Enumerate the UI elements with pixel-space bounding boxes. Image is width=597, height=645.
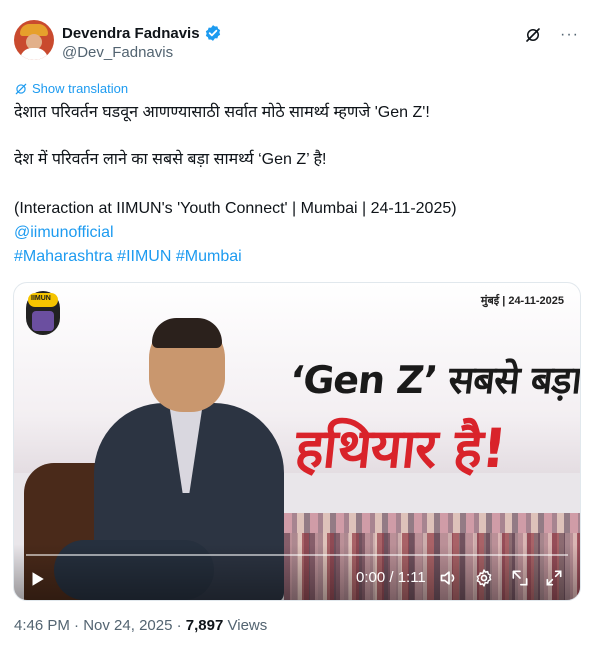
post-text-line-1: देशात परिवर्तन घडवून आणण्यासाठी सर्वात म…: [14, 104, 430, 121]
meta-separator: ·: [176, 617, 182, 634]
avatar[interactable]: [14, 20, 54, 60]
author-name-row[interactable]: Devendra Fadnavis: [62, 24, 222, 42]
hashtag-link[interactable]: #Mumbai: [176, 248, 242, 265]
meta-separator: ·: [74, 617, 80, 634]
grok-icon[interactable]: [524, 26, 542, 44]
video-time: 0:00 / 1:11: [356, 569, 426, 586]
mention-link[interactable]: @iimunofficial: [14, 222, 114, 244]
picture-in-picture-icon[interactable]: [510, 568, 530, 588]
hashtag-link[interactable]: #Maharashtra: [14, 248, 113, 265]
post-date[interactable]: Nov 24, 2025: [83, 617, 172, 634]
show-translation-label[interactable]: Show translation: [32, 81, 128, 96]
video-headline-2: हथियार है!: [292, 417, 509, 480]
video-player[interactable]: IIMUN मुंबई | 24-11-2025 ‘Gen Z’ सबसे बड…: [13, 282, 581, 601]
hashtags-row: #Maharashtra #IIMUN #Mumbai: [14, 246, 242, 268]
translate-icon: [15, 83, 27, 94]
post-meta: 4:46 PM · Nov 24, 2025 · 7,897 Views: [14, 617, 267, 634]
post-time[interactable]: 4:46 PM: [14, 617, 70, 634]
video-controls: 0:00 / 1:11: [14, 544, 580, 600]
hashtag-link[interactable]: #IIMUN: [117, 248, 171, 265]
more-icon[interactable]: ···: [560, 27, 579, 43]
iimun-logo: IIMUN: [26, 291, 60, 335]
video-headline-1: ‘Gen Z’ सबसे बड़ा: [287, 358, 581, 402]
volume-icon[interactable]: [439, 568, 459, 588]
views-label: Views: [227, 617, 268, 634]
iimun-logo-text: IIMUN: [31, 295, 51, 302]
author-name[interactable]: Devendra Fadnavis: [62, 25, 200, 42]
post-text-line-3: (Interaction at IIMUN's 'Youth Connect' …: [14, 200, 457, 217]
show-translation-link[interactable]: Show translation: [14, 81, 128, 96]
post-text-line-2: देश में परिवर्तन लाने का सबसे बड़ा सामर्…: [14, 151, 327, 168]
video-place-date: मुंबई | 24-11-2025: [480, 295, 564, 307]
video-progress-bar[interactable]: [26, 554, 568, 556]
play-icon[interactable]: [28, 570, 46, 588]
fullscreen-icon[interactable]: [544, 568, 564, 588]
settings-icon[interactable]: [474, 568, 494, 588]
post-header: Devendra Fadnavis @Dev_Fadnavis ···: [14, 16, 583, 66]
author-handle[interactable]: @Dev_Fadnavis: [62, 44, 173, 61]
views-count: 7,897: [185, 617, 224, 634]
verified-badge-icon: [205, 25, 220, 41]
